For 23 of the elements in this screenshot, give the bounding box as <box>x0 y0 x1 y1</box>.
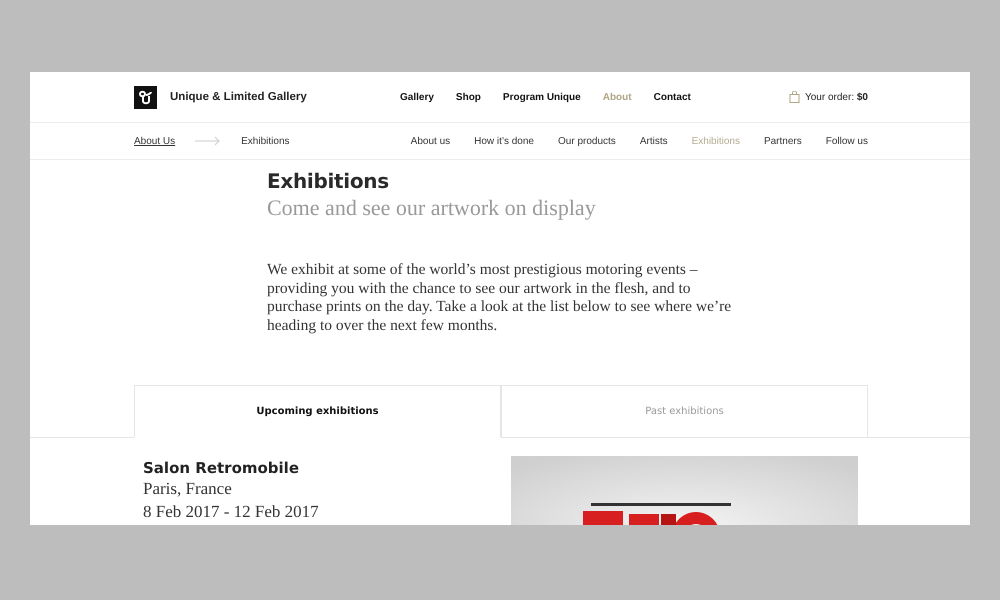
nav-link[interactable]: Program Unique <box>502 92 581 102</box>
page-subtitle: Come and see our artwork on display <box>267 195 597 221</box>
exhibition-location: Paris, France <box>143 478 233 500</box>
subnav-link[interactable]: How it’s done <box>474 136 534 146</box>
exhibition-name: Salon Retromobile <box>143 459 300 477</box>
nav-link[interactable]: Gallery <box>400 92 434 102</box>
current-page-label: Exhibitions <box>241 136 290 146</box>
exhibition-dates: 8 Feb 2017 - 12 Feb 2017 <box>143 501 320 523</box>
logo-icon[interactable] <box>134 86 157 108</box>
page-title: Exhibitions <box>267 169 390 193</box>
intro-paragraph: We exhibit at some of the world’s most prestigious motoring events – providing you with the chance to see our artwork in the flesh, and to purchase prints on the day. Take a look at the list below to see where we’re heading to over the next few months. <box>267 261 732 335</box>
tab[interactable]: Upcoming exhibitions <box>134 385 501 438</box>
subnav-link[interactable]: Partners <box>764 136 802 146</box>
subnav-link[interactable]: Our products <box>558 136 616 146</box>
site-name[interactable]: Unique & Limited Gallery <box>170 91 307 103</box>
subnav-link[interactable]: Artists <box>640 136 668 146</box>
subnav-link[interactable]: About us <box>410 136 450 146</box>
breadcrumb-link[interactable]: About Us <box>134 136 176 146</box>
cart-total[interactable]: Your order: $0 <box>804 92 868 102</box>
nav-link[interactable]: Shop <box>456 92 481 102</box>
nav-link[interactable]: Contact <box>654 92 691 102</box>
subnav-link[interactable]: Follow us <box>826 136 868 146</box>
arrow-right-icon <box>195 136 222 146</box>
